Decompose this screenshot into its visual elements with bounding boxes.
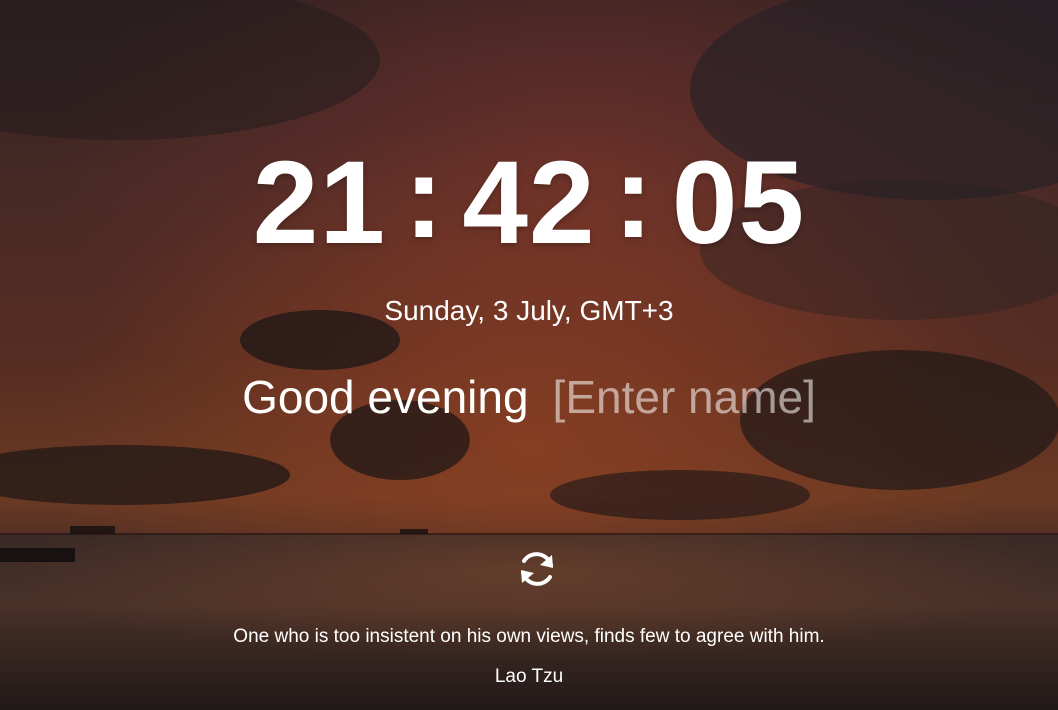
name-input[interactable]: [Enter name] — [553, 371, 816, 423]
clock: 21:42:05 — [0, 132, 1058, 269]
clock-separator: : — [613, 131, 654, 263]
quote-text: One who is too insistent on his own view… — [233, 626, 825, 647]
greeting-text: Good evening — [242, 371, 529, 423]
date-label: Sunday, 3 July, GMT+3 — [384, 295, 674, 326]
refresh-icon — [521, 552, 553, 586]
content-overlay: 21:42:05 Sunday, 3 July, GMT+3 Good even… — [0, 0, 1058, 710]
clock-separator: : — [404, 131, 445, 263]
greeting-row: Good evening [Enter name] — [0, 370, 1058, 424]
quote-author: Lao Tzu — [494, 666, 564, 687]
clock-seconds: 05 — [671, 137, 806, 269]
clock-hours: 21 — [252, 137, 387, 269]
clock-minutes: 42 — [462, 137, 596, 269]
refresh-quote-button[interactable] — [515, 547, 559, 591]
